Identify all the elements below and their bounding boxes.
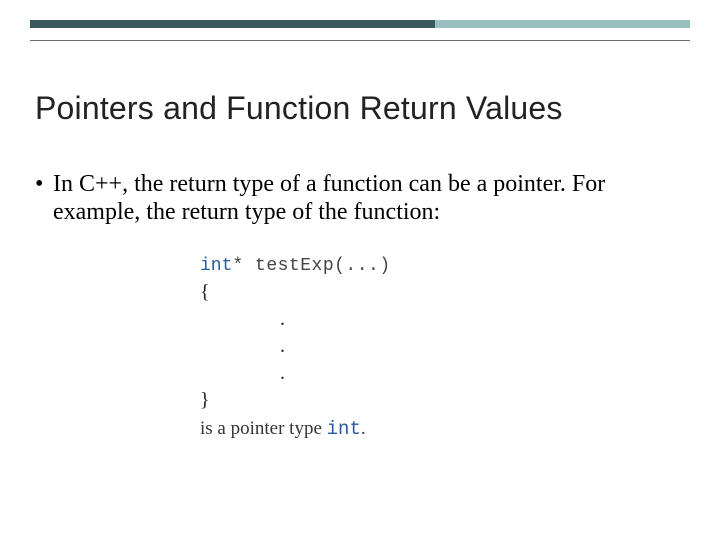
- accent-bar-light: [435, 20, 690, 28]
- footline: is a pointer type int.: [200, 418, 366, 440]
- footline-keyword: int: [327, 418, 361, 440]
- code-signature: testExp(...): [244, 256, 391, 276]
- code-snippet: int* testExp(...) { . . . }: [200, 252, 391, 414]
- bullet-item: • In C++, the return type of a function …: [35, 170, 670, 226]
- slide: Pointers and Function Return Values • In…: [0, 0, 720, 540]
- top-accent-bar: [30, 20, 690, 52]
- accent-rule: [30, 40, 690, 41]
- slide-title: Pointers and Function Return Values: [35, 90, 685, 127]
- bullet-marker: •: [35, 170, 53, 198]
- code-body-dot-1: .: [200, 308, 285, 330]
- code-return-keyword: int: [200, 256, 232, 276]
- code-star: *: [232, 256, 243, 276]
- footline-suffix: .: [361, 418, 366, 439]
- code-body-dot-3: .: [200, 362, 285, 384]
- body-area: • In C++, the return type of a function …: [35, 170, 670, 226]
- code-open-brace: {: [200, 281, 210, 303]
- code-close-brace: }: [200, 389, 210, 411]
- footline-prefix: is a pointer type: [200, 418, 327, 439]
- code-body-dot-2: .: [200, 335, 285, 357]
- bullet-text: In C++, the return type of a function ca…: [53, 170, 670, 226]
